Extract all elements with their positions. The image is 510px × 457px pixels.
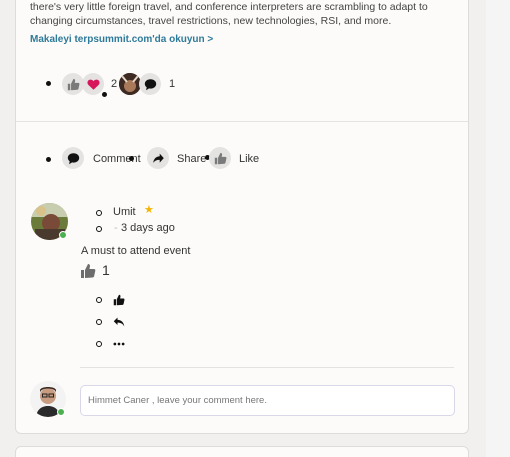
- like-reaction-icon[interactable]: [62, 73, 84, 95]
- thumbs-up-icon: [80, 263, 96, 284]
- reactor-avatar[interactable]: [119, 73, 141, 95]
- online-status-dot: [59, 231, 67, 239]
- share-button[interactable]: Share: [177, 153, 206, 165]
- read-more-link[interactable]: Makaleyi terpsummit.com'da okuyun >: [30, 34, 213, 45]
- list-bullet: [96, 319, 102, 325]
- list-bullet: [129, 156, 134, 161]
- star-badge-icon: ★: [144, 204, 154, 216]
- page-scrollbar[interactable]: [486, 0, 510, 457]
- share-action-icon[interactable]: [147, 147, 169, 169]
- article-excerpt: there's very little foreign travel, and …: [30, 1, 428, 27]
- post-card: [15, 0, 469, 434]
- divider: [16, 121, 468, 122]
- love-reaction-icon[interactable]: [82, 73, 104, 95]
- comment-time-separator: -: [114, 222, 118, 234]
- like-comment-icon[interactable]: [113, 293, 125, 311]
- comment-author[interactable]: Umit: [113, 206, 136, 218]
- next-post-card: [15, 446, 469, 457]
- reply-icon[interactable]: [113, 315, 125, 333]
- list-bullet: [96, 210, 102, 216]
- list-bullet: [46, 157, 51, 162]
- divider: [80, 367, 454, 368]
- like-button[interactable]: Like: [239, 153, 259, 165]
- comment-bubble-icon[interactable]: [139, 73, 161, 95]
- comment-count: 1: [169, 78, 176, 90]
- more-options-icon[interactable]: [113, 337, 125, 355]
- comment-input[interactable]: [80, 385, 455, 416]
- comment-time: 3 days ago: [121, 222, 175, 234]
- list-bullet: [46, 81, 51, 86]
- list-bullet: [96, 226, 102, 232]
- comment-action-icon[interactable]: [62, 147, 84, 169]
- online-status-dot: [57, 408, 65, 416]
- list-bullet: [96, 297, 102, 303]
- comment-text: A must to attend event: [81, 245, 191, 257]
- comment-like-count: 1: [102, 262, 110, 278]
- like-action-icon[interactable]: [209, 147, 231, 169]
- list-bullet: [102, 92, 107, 97]
- list-bullet: [96, 341, 102, 347]
- reaction-count: 2: [111, 78, 118, 90]
